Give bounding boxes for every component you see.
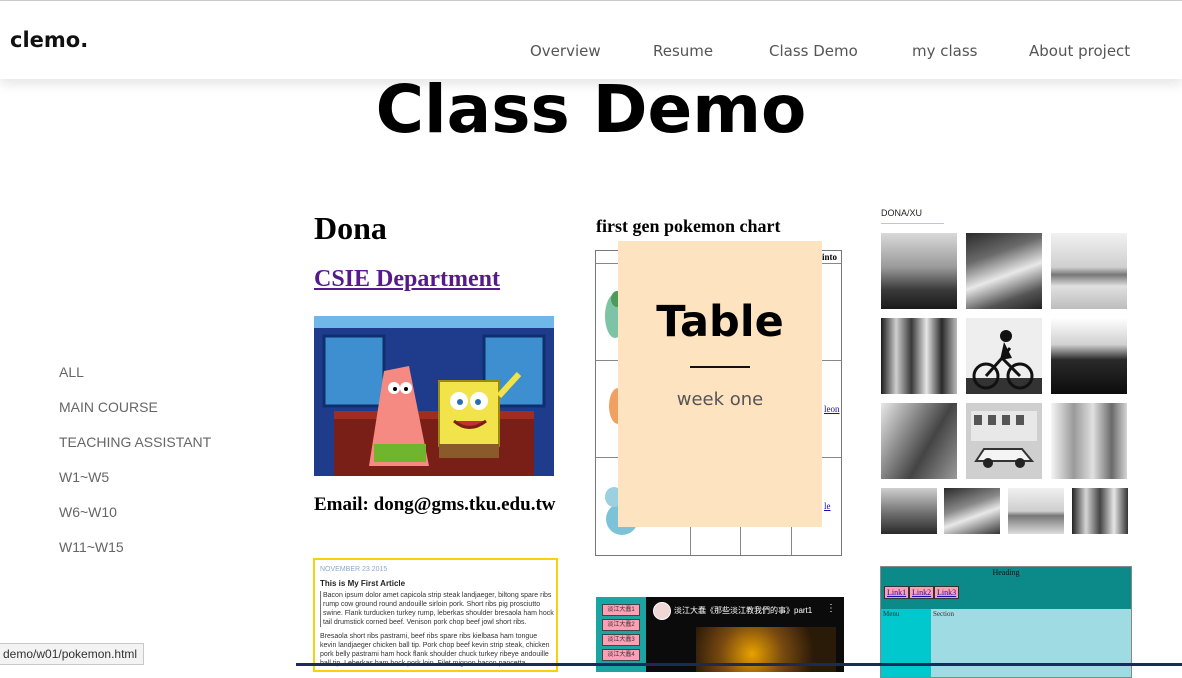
- gallery-photo[interactable]: [1008, 488, 1064, 534]
- nav-resume[interactable]: Resume: [653, 42, 713, 60]
- department-link[interactable]: CSIE Department: [314, 266, 500, 293]
- video-sidebar: 淡江大蠢1 淡江大蠢2 淡江大蠢3 淡江大蠢4: [596, 597, 646, 672]
- gallery-photo[interactable]: [1051, 318, 1127, 394]
- layout-link-1[interactable]: Link1: [884, 586, 910, 599]
- page-title: Class Demo: [375, 71, 807, 148]
- gallery-photo[interactable]: [966, 318, 1042, 394]
- status-bar-url: demo/w01/pokemon.html: [0, 643, 145, 665]
- email-text: Email: dong@gms.tku.edu.tw: [314, 494, 556, 515]
- gallery-photo[interactable]: [966, 403, 1042, 479]
- gallery-photo[interactable]: [944, 488, 1000, 534]
- more-options-icon[interactable]: ⋮: [826, 603, 836, 614]
- gallery-label: DONA/XU: [881, 208, 923, 218]
- profile-name: Dona: [314, 210, 387, 246]
- nav-my-class[interactable]: my class: [912, 42, 978, 60]
- filter-w1-w5[interactable]: W1~W5: [59, 469, 109, 485]
- filter-main-course[interactable]: MAIN COURSE: [59, 399, 158, 415]
- layout-menu-label: Menu: [883, 610, 900, 618]
- layout-heading: Heading: [992, 568, 1020, 577]
- gallery-photo[interactable]: [881, 233, 957, 309]
- pokemon-chart-title: first gen pokemon chart: [596, 216, 781, 236]
- layout-link-3[interactable]: Link3: [934, 586, 960, 599]
- pokemon-link[interactable]: le: [824, 501, 831, 511]
- video-side-button[interactable]: 淡江大蠢4: [602, 649, 640, 661]
- pokemon-link[interactable]: leon: [824, 404, 840, 414]
- video-side-button[interactable]: 淡江大蠢1: [602, 604, 640, 616]
- filter-all[interactable]: ALL: [59, 364, 84, 380]
- layout-demo-card[interactable]: Heading Link1 Link2 Link3 Menu Section: [880, 566, 1132, 678]
- gallery-photo[interactable]: [1051, 233, 1127, 309]
- video-side-button[interactable]: 淡江大蠢3: [602, 634, 640, 646]
- table-header-cell: into: [822, 252, 838, 262]
- video-card[interactable]: 淡江大蠢1 淡江大蠢2 淡江大蠢3 淡江大蠢4 淡江大蠢《那些淡江教我們的事》p…: [596, 597, 844, 672]
- gallery-photo[interactable]: [966, 233, 1042, 309]
- article-paragraph: Bacon ipsum dolor amet capicola strip st…: [320, 591, 555, 627]
- article-card[interactable]: NOVEMBER 23 2015 This is My First Articl…: [313, 558, 558, 672]
- filter-w6-w10[interactable]: W6~W10: [59, 504, 117, 520]
- navbar: clemo. Overview Resume Class Demo my cla…: [0, 1, 1182, 79]
- gallery-photo[interactable]: [1072, 488, 1128, 534]
- cartoon-image: [314, 316, 554, 476]
- video-side-button[interactable]: 淡江大蠢2: [602, 619, 640, 631]
- layout-link-2[interactable]: Link2: [909, 586, 935, 599]
- layout-header: Heading Link1 Link2 Link3: [881, 567, 1131, 609]
- gallery-photo[interactable]: [881, 318, 957, 394]
- gallery-photo[interactable]: [881, 488, 937, 534]
- channel-avatar[interactable]: [653, 602, 671, 620]
- nav-overview[interactable]: Overview: [530, 42, 601, 60]
- article-date: NOVEMBER 23 2015: [320, 566, 388, 573]
- gallery-photo[interactable]: [1051, 403, 1127, 479]
- filter-teaching-assistant[interactable]: TEACHING ASSISTANT: [59, 434, 211, 450]
- gallery-photo[interactable]: [881, 403, 957, 479]
- video-title[interactable]: 淡江大蠢《那些淡江教我們的事》part1: [674, 605, 812, 616]
- layout-section: Section: [931, 609, 1131, 677]
- logo[interactable]: clemo.: [10, 28, 88, 52]
- overlay-title: Table: [656, 297, 784, 347]
- filter-w11-w15[interactable]: W11~W15: [59, 539, 124, 555]
- nav-about-project[interactable]: About project: [1029, 42, 1130, 60]
- hover-overlay[interactable]: Table week one: [618, 241, 822, 527]
- overlay-subtitle: week one: [676, 389, 764, 410]
- layout-menu: Menu: [881, 609, 931, 677]
- overlay-divider: [690, 366, 750, 368]
- nav-class-demo[interactable]: Class Demo: [769, 42, 858, 60]
- layout-section-label: Section: [933, 610, 954, 618]
- gallery-underline: [881, 223, 944, 224]
- article-title: This is My First Article: [320, 579, 406, 588]
